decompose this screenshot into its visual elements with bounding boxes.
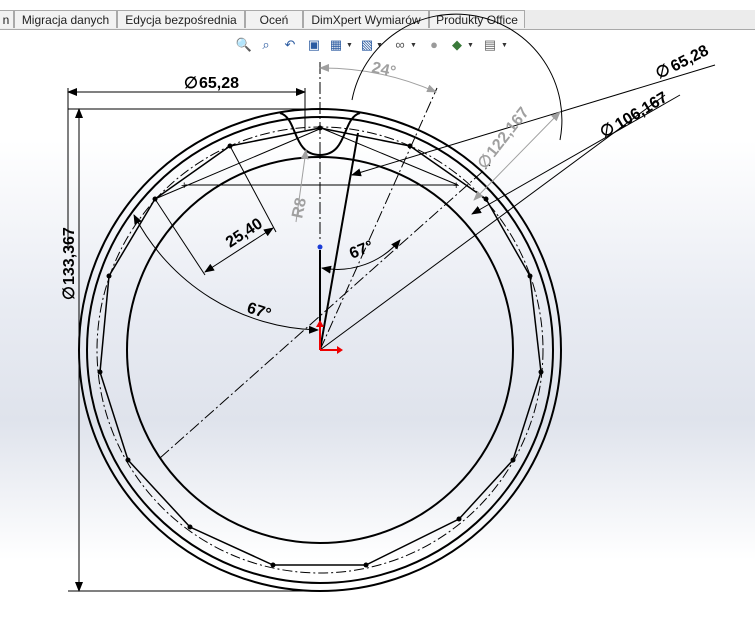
angle-arc-left <box>133 214 319 334</box>
dimension-angle-center[interactable]: 67° <box>347 238 376 263</box>
dimension-radius[interactable]: R8 <box>289 196 310 220</box>
point-marker: + <box>453 180 459 192</box>
notch-center-point <box>317 244 323 250</box>
dimension-top-diameter-symbol: ∅ <box>184 75 198 92</box>
construction-line <box>320 127 459 186</box>
dimension-left-diameter-symbol: ∅ <box>61 286 78 300</box>
point-marker: + <box>181 180 187 192</box>
dimension-left-diameter[interactable]: 133,367 <box>61 227 78 285</box>
profile-line[interactable] <box>319 132 359 351</box>
dimension-right-diameter-outer[interactable]: 65,28 <box>668 42 711 75</box>
dimension-angle-top[interactable]: 24° <box>370 59 397 81</box>
dimension-top-diameter[interactable]: 65,28 <box>199 75 239 92</box>
dimension-angle-left[interactable]: 67° <box>245 300 273 324</box>
construction-line <box>159 164 491 459</box>
sketch-graphics-area[interactable]: + + ∅ 65,28 ∅ 133,367 ∅ 65,28 ∅ 106,167 … <box>0 0 755 630</box>
origin-y-arrow <box>316 320 324 327</box>
dimension-right-diameter-inner[interactable]: 106,167 <box>612 89 670 133</box>
origin-x-arrow <box>337 346 343 354</box>
